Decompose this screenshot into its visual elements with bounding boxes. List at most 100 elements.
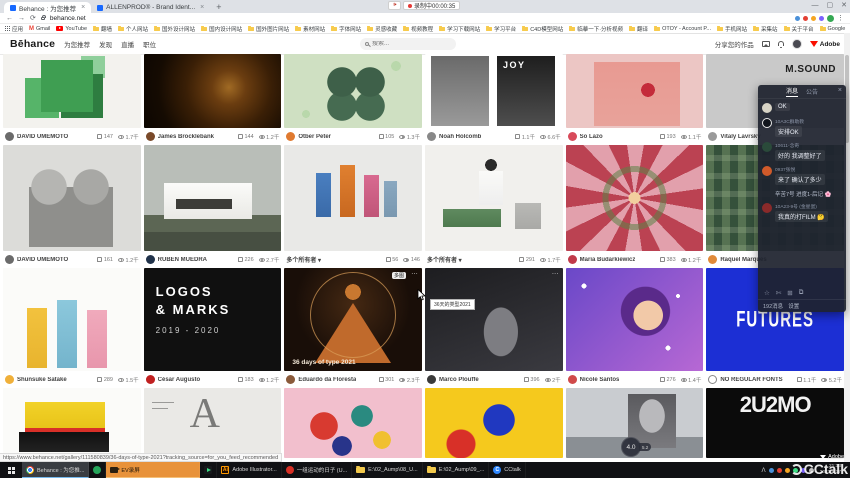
- tab-close-icon[interactable]: ×: [81, 4, 85, 11]
- project-image[interactable]: [566, 54, 704, 128]
- url-text[interactable]: behance.net: [50, 15, 86, 22]
- extension-icon[interactable]: [811, 16, 816, 21]
- taskbar-app-green[interactable]: [89, 462, 106, 478]
- chat-message[interactable]: 10A23-9号 (金星蛋) 我真的打FILM 🤔: [762, 203, 842, 222]
- chat-message[interactable]: 0937张悦 来了 确认了多少: [762, 166, 842, 185]
- bookmark-item[interactable]: 关于平台: [784, 25, 814, 33]
- project-image[interactable]: [3, 145, 141, 251]
- author-name[interactable]: César Augusto: [158, 377, 200, 383]
- screenshot-icon[interactable]: ⧉: [799, 289, 804, 297]
- like-icon[interactable]: [379, 134, 384, 139]
- like-icon[interactable]: [238, 377, 243, 382]
- project-image[interactable]: [3, 268, 141, 371]
- image-attach-icon[interactable]: ⊞: [787, 289, 792, 297]
- share-work-link[interactable]: 分享您的作品: [715, 39, 754, 49]
- recording-pill[interactable]: 录制中00:00:35: [403, 1, 460, 10]
- bookmark-item[interactable]: 学习下载网站: [439, 25, 480, 33]
- forward-icon[interactable]: →: [18, 15, 25, 22]
- reload-icon[interactable]: ⟳: [30, 14, 36, 22]
- author-name[interactable]: DAVID UMEMOTO: [17, 257, 68, 263]
- nav-livestreams[interactable]: 直播: [121, 39, 134, 49]
- author-name[interactable]: Marco Plouffe: [439, 377, 479, 383]
- author-avatar[interactable]: [286, 375, 295, 384]
- taskbar-app-player[interactable]: [200, 462, 217, 478]
- author-name[interactable]: Nicole Santos: [580, 377, 620, 383]
- bookmark-item[interactable]: 国外设计网站: [154, 25, 195, 33]
- bookmark-apps[interactable]: 应用: [5, 25, 23, 33]
- project-image[interactable]: LOGOS & MARKS 2019 - 2020: [144, 268, 282, 371]
- bookmark-item[interactable]: 素材网站: [295, 25, 325, 33]
- project-image[interactable]: [425, 388, 563, 458]
- chat-tab-messages[interactable]: 消息: [786, 86, 798, 97]
- new-tab-button[interactable]: +: [216, 2, 221, 12]
- maximize-button[interactable]: ▢: [827, 1, 834, 9]
- bell-icon[interactable]: [778, 41, 784, 46]
- author-avatar[interactable]: [146, 132, 155, 141]
- tab-close-icon[interactable]: ×: [200, 4, 204, 11]
- like-icon[interactable]: [238, 134, 243, 139]
- taskbar-app-folder2[interactable]: E:\02_Aump\09_...: [423, 462, 490, 478]
- author-avatar[interactable]: [708, 132, 717, 141]
- bookmark-item[interactable]: 采集站: [753, 25, 778, 33]
- project-image[interactable]: [3, 54, 141, 128]
- nav-jobs[interactable]: 职位: [143, 39, 156, 49]
- adobe-logo[interactable]: Adobe: [810, 41, 840, 48]
- author-avatar[interactable]: [146, 255, 155, 264]
- speaker-icon[interactable]: 🕩: [388, 1, 401, 10]
- like-icon[interactable]: [97, 257, 102, 262]
- project-image[interactable]: 2U2MO: [706, 388, 844, 458]
- bookmark-item[interactable]: OTOY - Account P...: [654, 26, 711, 32]
- author-avatar[interactable]: [568, 255, 577, 264]
- like-icon[interactable]: [660, 134, 665, 139]
- search-box[interactable]: [360, 38, 456, 50]
- author-name[interactable]: Noah Holcomb: [439, 134, 481, 140]
- project-image[interactable]: A: [144, 388, 282, 458]
- author-name[interactable]: DAVID UMEMOTO: [17, 134, 68, 140]
- author-name[interactable]: Eduardo da Floresta: [298, 377, 356, 383]
- bookmark-item[interactable]: 翻译: [629, 25, 648, 33]
- author-avatar[interactable]: [286, 132, 295, 141]
- author-avatar[interactable]: [5, 375, 14, 384]
- author-avatar[interactable]: [5, 255, 14, 264]
- speed-value[interactable]: 4.0: [621, 437, 641, 457]
- scissors-icon[interactable]: ✄: [776, 289, 781, 297]
- image-icon[interactable]: [762, 41, 770, 47]
- project-image[interactable]: [284, 54, 422, 128]
- taskbar-app-doc[interactable]: 一组运动的日子 (U...: [282, 462, 352, 478]
- project-image[interactable]: [144, 54, 282, 128]
- like-icon[interactable]: [660, 257, 665, 262]
- browser-menu-icon[interactable]: ⋮: [837, 14, 844, 22]
- like-icon[interactable]: [519, 257, 524, 262]
- bookmark-item[interactable]: 国内设计网站: [201, 25, 242, 33]
- close-button[interactable]: ✕: [841, 1, 847, 9]
- extension-icon[interactable]: [819, 16, 824, 21]
- start-button[interactable]: [0, 462, 22, 478]
- author-avatar[interactable]: [568, 375, 577, 384]
- author-avatar[interactable]: [708, 375, 717, 384]
- taskbar-app-cctalk[interactable]: CCCtalk: [489, 462, 526, 478]
- author-avatar[interactable]: [146, 375, 155, 384]
- bookmark-gmail[interactable]: MGmail: [29, 26, 50, 32]
- bookmark-item[interactable]: 灵感收藏: [367, 25, 397, 33]
- author-avatar[interactable]: [568, 132, 577, 141]
- tray-icon[interactable]: [777, 468, 782, 473]
- author-avatar[interactable]: [5, 132, 14, 141]
- author-name[interactable]: RUBEN MUEDRA: [158, 257, 207, 263]
- nav-for-you[interactable]: 为您推荐: [64, 39, 90, 49]
- project-image[interactable]: [425, 145, 563, 251]
- taskbar-app-folder1[interactable]: E:\02_Aump\08_U...: [352, 462, 423, 478]
- bookmark-youtube[interactable]: YouTube: [56, 26, 87, 32]
- chat-close-icon[interactable]: ×: [838, 87, 842, 94]
- tray-icon[interactable]: [769, 468, 774, 473]
- like-icon[interactable]: [379, 377, 384, 382]
- favorite-icon[interactable]: ☆: [764, 289, 770, 297]
- author-name[interactable]: Otber Peter: [298, 134, 331, 140]
- extension-icon[interactable]: [795, 16, 800, 21]
- chat-message[interactable]: 辛苦7号 进度1-后记 🌸: [775, 190, 842, 198]
- more-options-icon[interactable]: …: [552, 269, 559, 276]
- project-image[interactable]: [144, 145, 282, 251]
- bookmark-item[interactable]: 临摹一下·分析视频: [569, 25, 623, 33]
- chat-tab-notice[interactable]: 公告: [806, 87, 818, 96]
- tray-expand-icon[interactable]: ᐱ: [762, 467, 766, 474]
- bookmark-item[interactable]: Google: [820, 26, 846, 32]
